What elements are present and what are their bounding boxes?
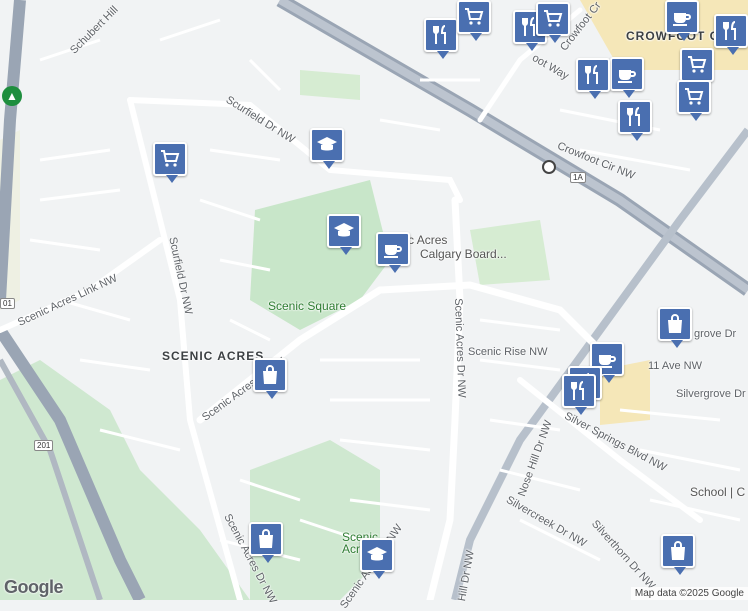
label-scenic-acres-area: SCENIC ACRES: [162, 349, 265, 363]
label-scenic-square: Scenic Square: [268, 299, 347, 313]
shield-201-top: 01: [0, 298, 15, 309]
label-silvergrove-dr: Silvergrove Dr: [676, 388, 746, 400]
restaurant-icon[interactable]: [714, 14, 748, 55]
school-icon[interactable]: [327, 214, 361, 255]
label-silvergrove-top: grove Dr: [694, 328, 737, 340]
restaurant-icon[interactable]: [576, 58, 610, 99]
transit-icon: [542, 160, 556, 174]
shopping-bag-icon[interactable]: [658, 307, 692, 348]
tree-icon: ▲: [2, 86, 22, 106]
cafe-icon[interactable]: [376, 232, 410, 273]
school-icon[interactable]: [360, 538, 394, 579]
restaurant-icon[interactable]: [562, 374, 596, 415]
restaurant-icon[interactable]: [618, 100, 652, 141]
map-attribution[interactable]: Map data ©2025 Google: [630, 587, 748, 600]
shopping-cart-icon[interactable]: [457, 0, 491, 41]
restaurant-icon[interactable]: [424, 18, 458, 59]
shopping-cart-icon[interactable]: [536, 2, 570, 43]
label-school-right: School | C: [690, 485, 746, 499]
shopping-cart-icon[interactable]: [680, 48, 714, 89]
school-icon[interactable]: [310, 128, 344, 169]
shopping-cart-icon[interactable]: [153, 142, 187, 183]
shopping-bag-icon[interactable]: [661, 534, 695, 575]
shopping-bag-icon[interactable]: [249, 522, 283, 563]
google-logo[interactable]: Google: [4, 577, 64, 598]
cafe-icon[interactable]: [665, 0, 699, 41]
label-11-ave: 11 Ave NW: [648, 360, 703, 372]
cafe-icon[interactable]: [610, 57, 644, 98]
park-top: [300, 70, 360, 100]
shopping-cart-icon[interactable]: [677, 80, 711, 121]
shield-1a: 1A: [570, 172, 586, 183]
shield-201: 201: [34, 440, 54, 451]
label-scenic-rise: Scenic Rise NW: [468, 346, 548, 358]
label-calgary-board: Calgary Board...: [420, 247, 507, 261]
shopping-bag-icon[interactable]: [253, 358, 287, 399]
